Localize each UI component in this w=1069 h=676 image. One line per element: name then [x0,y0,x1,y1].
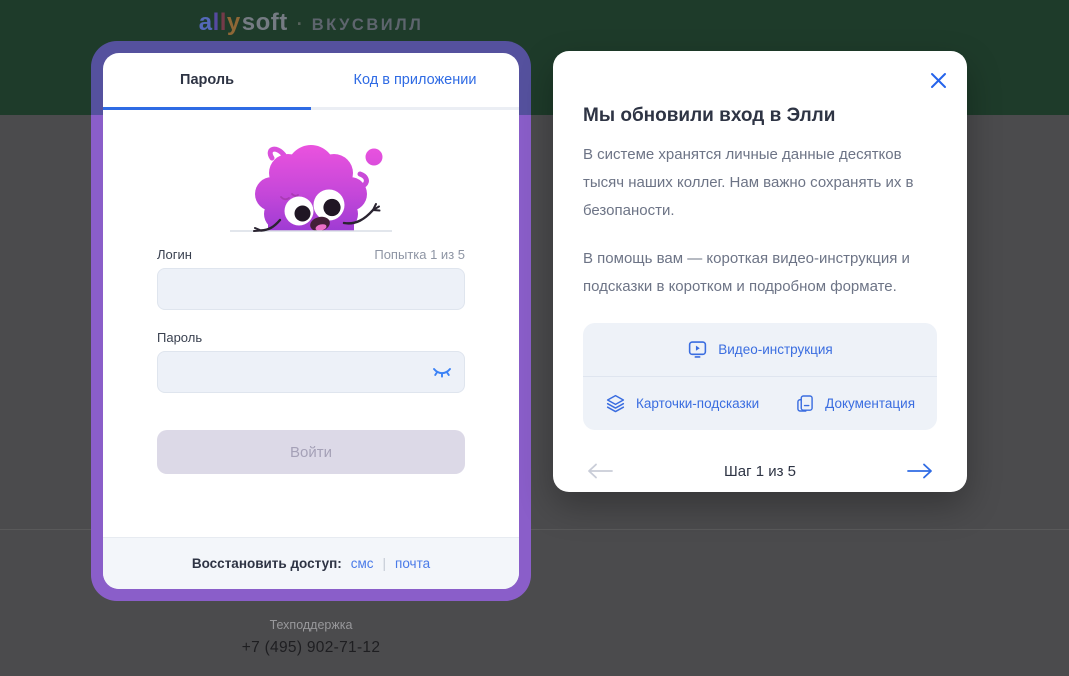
vkusvill-wordmark: ВКУСВИЛЛ [312,16,424,35]
elli-mascot-icon [226,141,396,245]
onboarding-highlight-ring: Пароль Код в приложении [91,41,531,601]
tab-app-code[interactable]: Код в приложении [311,53,519,110]
step-counter: Шаг 1 из 5 [724,463,796,480]
support-label: Техподдержка [91,618,531,632]
tooltip-paragraph: В системе хранятся личные данные десятко… [583,141,937,225]
next-step-button[interactable] [903,458,937,484]
eye-closed-icon [430,363,454,381]
previous-step-button[interactable] [583,458,617,484]
logo-soft-text: soft [242,9,288,37]
recover-links-divider: | [383,556,387,571]
attempt-counter: Попытка 1 из 5 [374,247,465,262]
logo-letter: l [213,9,220,37]
hint-cards-link[interactable]: Карточки-подсказки [605,393,759,414]
tab-password[interactable]: Пароль [103,53,311,110]
logo-letter: y [227,9,241,37]
hint-cards-label: Карточки-подсказки [636,396,759,411]
login-input-wrap [157,268,465,310]
recover-access-label: Восстановить доступ: [192,556,342,571]
login-label-row: Логин Попытка 1 из 5 [157,247,465,262]
recover-sms-link[interactable]: смс [351,556,374,571]
support-footer: Техподдержка +7 (495) 902-71-12 [91,618,531,657]
close-icon [930,72,947,89]
tooltip-pagination: Шаг 1 из 5 [583,458,937,484]
video-instruction-link[interactable]: Видео-инструкция [687,339,832,360]
video-player-icon [687,339,708,360]
support-phone: +7 (495) 902-71-12 [91,639,531,657]
close-button[interactable] [923,65,953,95]
password-input-wrap [157,351,465,393]
password-label-row: Пароль [157,330,465,345]
password-input[interactable] [157,351,465,393]
toggle-password-visibility-button[interactable] [429,359,455,385]
tooltip-paragraph: В помощь вам — короткая видео-инструкция… [583,245,937,301]
resources-bottom-row: Карточки-подсказки Документация [583,377,937,430]
document-icon [795,393,815,414]
login-page: allysoft · ВКУСВИЛЛ Техподдержка +7 (495… [0,0,1069,676]
logo-letter: a [199,9,213,37]
logo-separator-dot: · [297,14,303,35]
documentation-label: Документация [825,396,915,411]
login-label: Логин [157,247,192,262]
recover-access-bar: Восстановить доступ: смс | почта [103,537,519,589]
tooltip-title: Мы обновили вход в Элли [583,105,937,127]
auth-tabs: Пароль Код в приложении [103,53,519,110]
help-resources-box: Видео-инструкция Карточки-подсказки [583,323,937,430]
layers-icon [605,393,626,414]
arrow-left-icon [586,462,614,480]
logo-letter: l [220,9,227,37]
mascot-illustration [157,110,465,231]
password-label: Пароль [157,330,202,345]
documentation-link[interactable]: Документация [795,393,915,414]
login-card: Пароль Код в приложении [103,53,519,589]
onboarding-tooltip: Мы обновили вход в Элли В системе хранят… [553,51,967,492]
login-form: Логин Попытка 1 из 5 Пароль [103,110,519,537]
video-instruction-label: Видео-инструкция [718,342,832,357]
brand-logo: allysoft · ВКУСВИЛЛ [91,9,531,39]
allysoft-logo: allysoft [199,9,288,37]
recover-email-link[interactable]: почта [395,556,430,571]
arrow-right-icon [906,462,934,480]
login-submit-button[interactable]: Войти [157,430,465,474]
login-input[interactable] [157,268,465,310]
video-instruction-row: Видео-инструкция [583,323,937,376]
